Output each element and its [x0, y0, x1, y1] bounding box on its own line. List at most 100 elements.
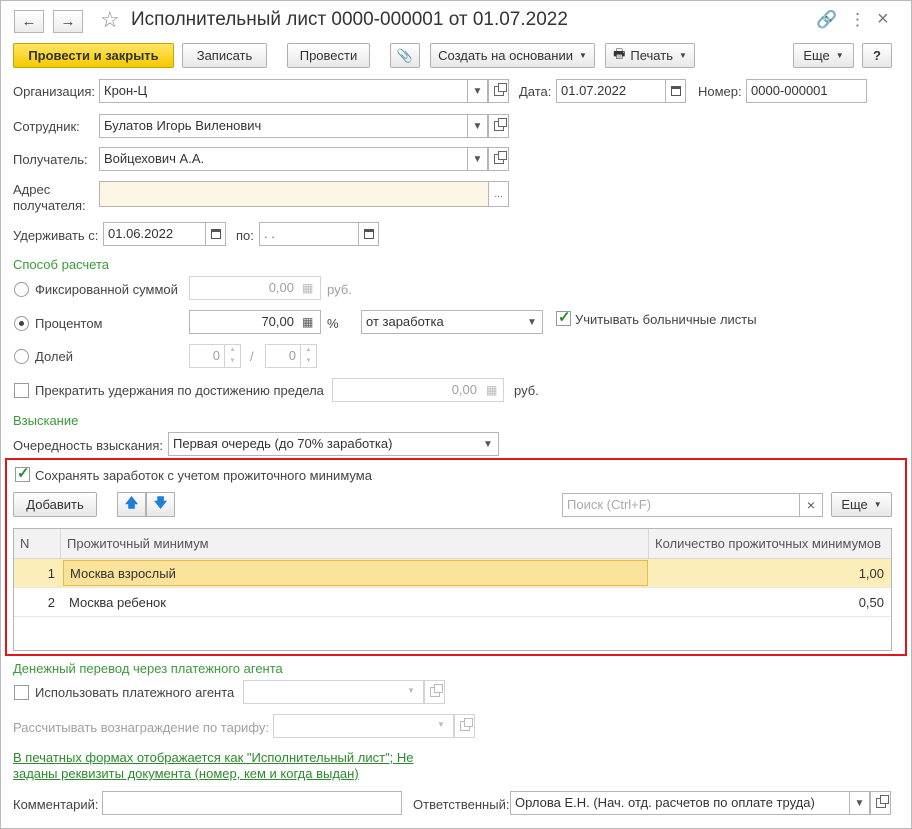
- row-number: 2: [47, 595, 55, 610]
- date-calendar-button[interactable]: [665, 79, 686, 103]
- arrow-up-icon: 🡅: [124, 494, 139, 510]
- date-field[interactable]: 01.07.2022: [556, 79, 666, 103]
- attach-button[interactable]: 📎: [390, 43, 420, 68]
- organization-label: Организация:: [13, 84, 96, 99]
- calculator-icon[interactable]: ▦: [302, 281, 313, 295]
- table-row[interactable]: 2 Москва ребенок 0,50: [14, 588, 891, 617]
- search-clear-button[interactable]: ×: [799, 493, 823, 517]
- dropdown-caret-icon: ▼: [873, 500, 882, 509]
- comment-field[interactable]: [102, 791, 402, 815]
- agent-open-button[interactable]: [424, 680, 445, 704]
- withhold-from-calendar-button[interactable]: [205, 222, 226, 246]
- withhold-from-field[interactable]: 01.06.2022: [103, 222, 206, 246]
- employee-label: Сотрудник:: [13, 119, 80, 134]
- link-line-1: В печатных формах отображается как "Испо…: [13, 750, 414, 765]
- document-details-link[interactable]: В печатных формах отображается как "Испо…: [13, 750, 433, 782]
- recipient-field[interactable]: Войцехович А.А.: [99, 147, 489, 171]
- calculator-icon[interactable]: ▦: [302, 315, 313, 329]
- agent-select[interactable]: [243, 680, 424, 704]
- use-agent-checkbox[interactable]: [14, 685, 29, 700]
- number-field[interactable]: 0000-000001: [746, 79, 867, 103]
- help-button[interactable]: ?: [862, 43, 892, 68]
- more-button[interactable]: Еще ▼: [793, 43, 854, 68]
- employee-dropdown[interactable]: ▼: [467, 114, 488, 138]
- withhold-to-field[interactable]: . .: [259, 222, 359, 246]
- withhold-from-label: Удерживать с:: [13, 228, 99, 243]
- responsible-dropdown[interactable]: ▼: [849, 791, 870, 815]
- column-header-quantity[interactable]: Количество прожиточных минимумов: [649, 529, 891, 559]
- address-field[interactable]: [99, 181, 489, 207]
- share-radio[interactable]: [14, 349, 29, 364]
- transfer-section-title: Денежный перевод через платежного агента: [13, 661, 283, 676]
- link-icon[interactable]: 🔗: [816, 10, 837, 30]
- chevron-down-icon[interactable]: ▼: [437, 720, 445, 729]
- organization-dropdown[interactable]: ▼: [467, 79, 488, 103]
- tariff-open-button[interactable]: [454, 714, 475, 738]
- add-row-button[interactable]: Добавить: [13, 492, 97, 517]
- forward-button[interactable]: →: [53, 10, 83, 33]
- row-quantity-cell[interactable]: 0,50: [654, 588, 884, 617]
- stop-at-limit-checkbox[interactable]: [14, 383, 29, 398]
- row-quantity-cell[interactable]: 1,00: [654, 559, 884, 588]
- save-button[interactable]: Записать: [182, 43, 267, 68]
- print-button[interactable]: 🖶 Печать ▼: [605, 43, 695, 68]
- back-button[interactable]: ←: [14, 10, 44, 33]
- keep-subsistence-checkbox[interactable]: [15, 464, 30, 482]
- percent-base-select[interactable]: от заработка: [361, 310, 543, 334]
- percent-base-dropdown[interactable]: ▼: [522, 310, 543, 334]
- percent-radio[interactable]: [14, 316, 29, 331]
- calendar-icon: [670, 86, 681, 96]
- post-and-close-button[interactable]: Провести и закрыть: [13, 43, 174, 68]
- recovery-order-dropdown[interactable]: ▼: [478, 432, 499, 456]
- number-label: Номер:: [698, 84, 742, 99]
- organization-open-button[interactable]: [488, 79, 509, 103]
- fixed-amount-label: Фиксированной суммой: [35, 282, 178, 297]
- row-minimum-cell[interactable]: Москва ребенок: [63, 588, 648, 617]
- address-select-button[interactable]: ...: [488, 181, 509, 207]
- employee-open-button[interactable]: [488, 114, 509, 138]
- post-button[interactable]: Провести: [287, 43, 370, 68]
- open-icon: [459, 718, 473, 731]
- tariff-select[interactable]: [273, 714, 454, 738]
- share-numerator-field[interactable]: 0 ▲ ▼: [189, 344, 241, 368]
- share-denominator-field[interactable]: 0 ▲ ▼: [265, 344, 317, 368]
- recipient-dropdown[interactable]: ▼: [467, 147, 488, 171]
- search-input[interactable]: Поиск (Ctrl+F): [562, 493, 800, 517]
- favorite-star-icon[interactable]: ☆: [100, 7, 120, 33]
- chevron-down-icon[interactable]: ▼: [407, 686, 415, 695]
- row-number: 1: [47, 566, 55, 581]
- column-header-n[interactable]: N: [14, 529, 61, 559]
- recovery-order-select[interactable]: Первая очередь (до 70% заработка): [168, 432, 499, 456]
- create-based-on-button[interactable]: Создать на основании ▼: [430, 43, 595, 68]
- organization-field[interactable]: Крон-Ц: [99, 79, 489, 103]
- close-icon[interactable]: ×: [877, 8, 889, 31]
- stop-limit-field[interactable]: 0,00: [332, 378, 504, 402]
- create-based-label: Создать на основании: [438, 48, 573, 63]
- chevron-down-icon: ▼: [472, 85, 483, 97]
- chevron-down-icon: ▼: [472, 120, 483, 132]
- spinner-arrows-icon[interactable]: ▲ ▼: [300, 345, 316, 367]
- percent-unit: %: [327, 316, 339, 331]
- row-minimum-cell[interactable]: Москва взрослый: [63, 560, 648, 586]
- responsible-label: Ответственный:: [413, 797, 510, 812]
- withhold-to-calendar-button[interactable]: [358, 222, 379, 246]
- responsible-open-button[interactable]: [870, 791, 891, 815]
- more-actions-icon[interactable]: ⋮: [849, 10, 866, 30]
- table-row[interactable]: 1 Москва взрослый 1,00: [14, 559, 891, 588]
- keep-subsistence-label: Сохранять заработок с учетом прожиточног…: [35, 468, 372, 483]
- responsible-field[interactable]: Орлова Е.Н. (Нач. отд. расчетов по оплат…: [510, 791, 870, 815]
- recovery-order-label: Очередность взыскания:: [13, 438, 163, 453]
- sick-leave-checkbox[interactable]: [556, 308, 571, 326]
- move-up-button[interactable]: 🡅: [117, 492, 146, 517]
- open-icon: [493, 83, 507, 96]
- table-more-button[interactable]: Еще ▼: [831, 492, 892, 517]
- recipient-open-button[interactable]: [488, 147, 509, 171]
- dropdown-caret-icon: ▼: [835, 51, 844, 60]
- calculator-icon[interactable]: ▦: [486, 383, 497, 397]
- employee-field[interactable]: Булатов Игорь Виленович: [99, 114, 489, 138]
- share-separator: /: [250, 349, 254, 364]
- fixed-amount-radio[interactable]: [14, 282, 29, 297]
- column-header-minimum[interactable]: Прожиточный минимум: [61, 529, 649, 559]
- move-down-button[interactable]: 🡇: [146, 492, 175, 517]
- spinner-arrows-icon[interactable]: ▲ ▼: [224, 345, 240, 367]
